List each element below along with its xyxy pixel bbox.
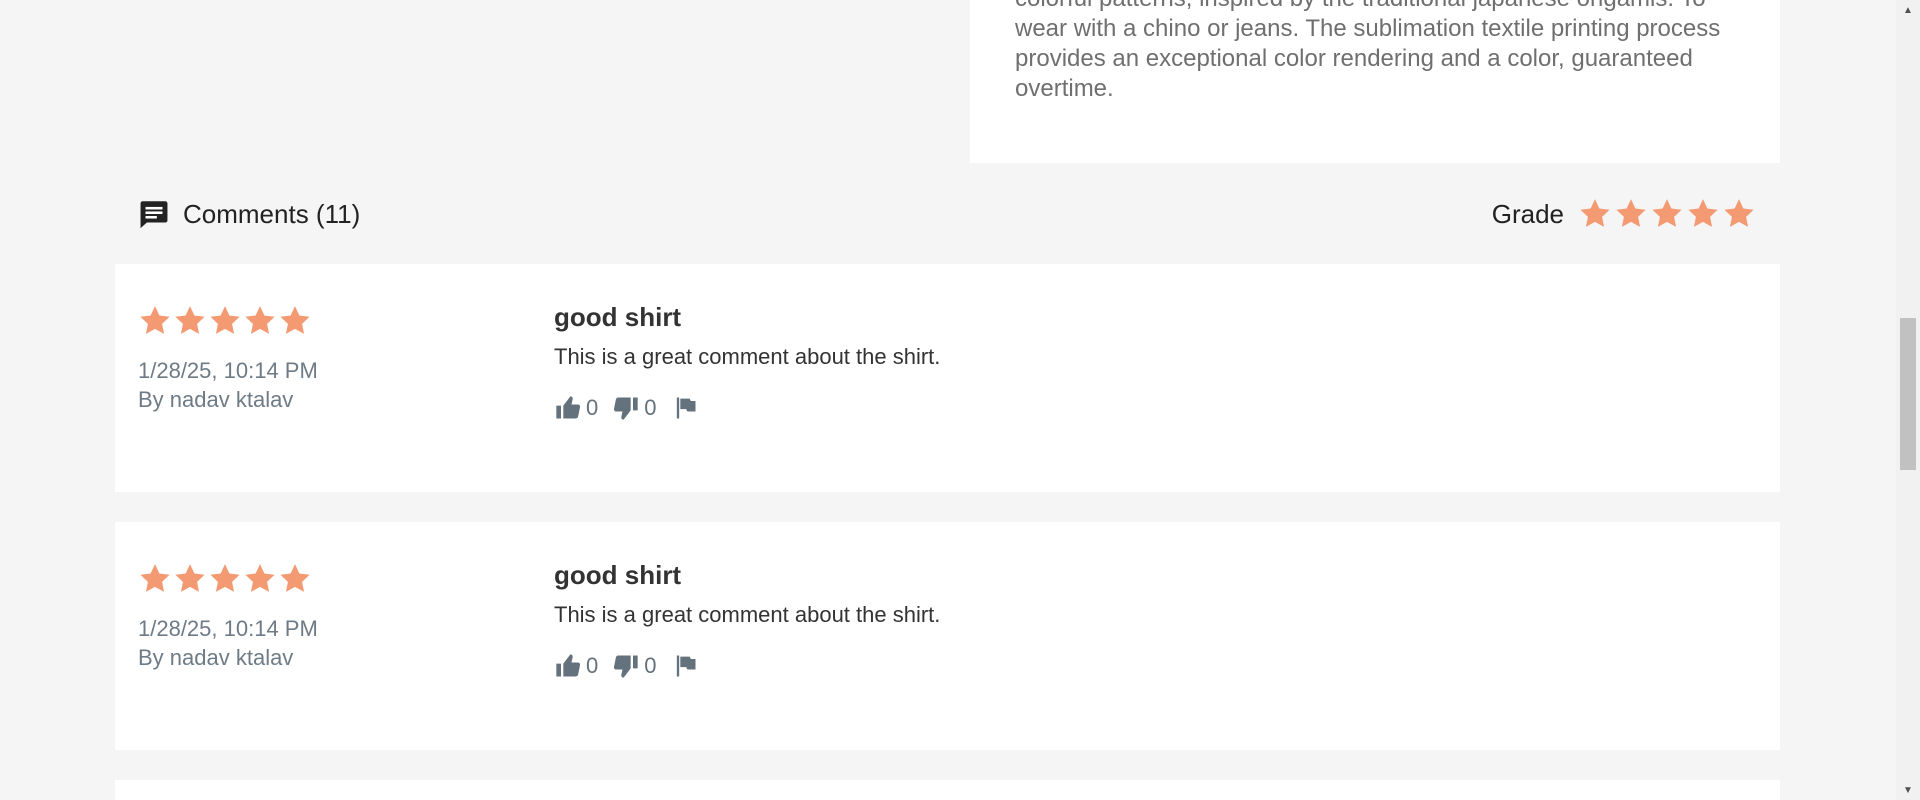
dislike-button[interactable]: 0 — [612, 652, 657, 680]
comment-date: 1/28/25, 10:14 PM — [138, 616, 318, 641]
comment-card — [115, 780, 1780, 800]
comment-rating-stars — [138, 304, 318, 338]
thumbs-up-icon — [556, 396, 581, 419]
comment-title: good shirt — [554, 560, 682, 590]
dislike-count: 0 — [644, 395, 657, 420]
comments-title: Comments (11) — [183, 198, 361, 229]
report-button[interactable] — [671, 394, 699, 422]
thumbs-up-icon — [556, 654, 581, 677]
like-count: 0 — [586, 653, 599, 678]
star-icon — [140, 564, 170, 592]
star-icon — [280, 306, 310, 334]
star-icon — [140, 306, 170, 334]
dislike-button[interactable]: 0 — [612, 394, 657, 422]
comment-card: 1/28/25, 10:14 PM By nadav ktalav good s… — [115, 522, 1780, 750]
like-button[interactable]: 0 — [554, 394, 598, 422]
product-description-card: colorful patterns, inspired by the tradi… — [970, 0, 1780, 163]
comment-rating-stars — [138, 562, 318, 596]
star-icon — [175, 564, 205, 592]
star-icon — [1724, 199, 1754, 227]
like-button[interactable]: 0 — [554, 652, 598, 680]
thumbs-down-icon — [614, 655, 638, 678]
comment-title: good shirt — [554, 302, 682, 332]
comment-date: 1/28/25, 10:14 PM — [138, 358, 318, 383]
grade-stars — [1578, 197, 1756, 231]
star-icon — [1652, 199, 1682, 227]
star-icon — [1616, 199, 1646, 227]
report-button[interactable] — [671, 652, 699, 680]
star-icon — [210, 564, 240, 592]
comment-author: By nadav ktalav — [138, 387, 294, 412]
dislike-count: 0 — [644, 653, 657, 678]
star-icon — [175, 306, 205, 334]
star-icon — [245, 564, 275, 592]
comment-icon — [140, 201, 168, 229]
like-count: 0 — [586, 395, 599, 420]
grade-label: Grade — [1491, 198, 1564, 229]
star-icon — [1688, 199, 1718, 227]
comment-body: This is a great comment about the shirt. — [554, 602, 941, 627]
comment-author: By nadav ktalav — [138, 645, 294, 670]
flag-icon — [676, 397, 695, 419]
product-page: colorful patterns, inspired by the tradi… — [0, 0, 1920, 800]
comment-body: This is a great comment about the shirt. — [554, 344, 941, 369]
scrollbar[interactable]: ▲ ▼ — [1896, 0, 1920, 800]
star-icon — [245, 306, 275, 334]
product-description: colorful patterns, inspired by the tradi… — [1015, 0, 1721, 102]
star-icon — [1580, 199, 1610, 227]
comments-header: Comments (11) — [137, 196, 360, 232]
star-icon — [210, 306, 240, 334]
star-icon — [280, 564, 310, 592]
scrollbar-thumb[interactable] — [1900, 318, 1916, 470]
scroll-up-arrow-icon[interactable]: ▲ — [1896, 0, 1920, 20]
flag-icon — [676, 655, 695, 677]
grade-summary: Grade — [1492, 196, 1756, 232]
thumbs-down-icon — [614, 397, 638, 420]
comment-card: 1/28/25, 10:14 PM By nadav ktalav good s… — [115, 264, 1780, 492]
scroll-down-arrow-icon[interactable]: ▼ — [1896, 780, 1920, 800]
